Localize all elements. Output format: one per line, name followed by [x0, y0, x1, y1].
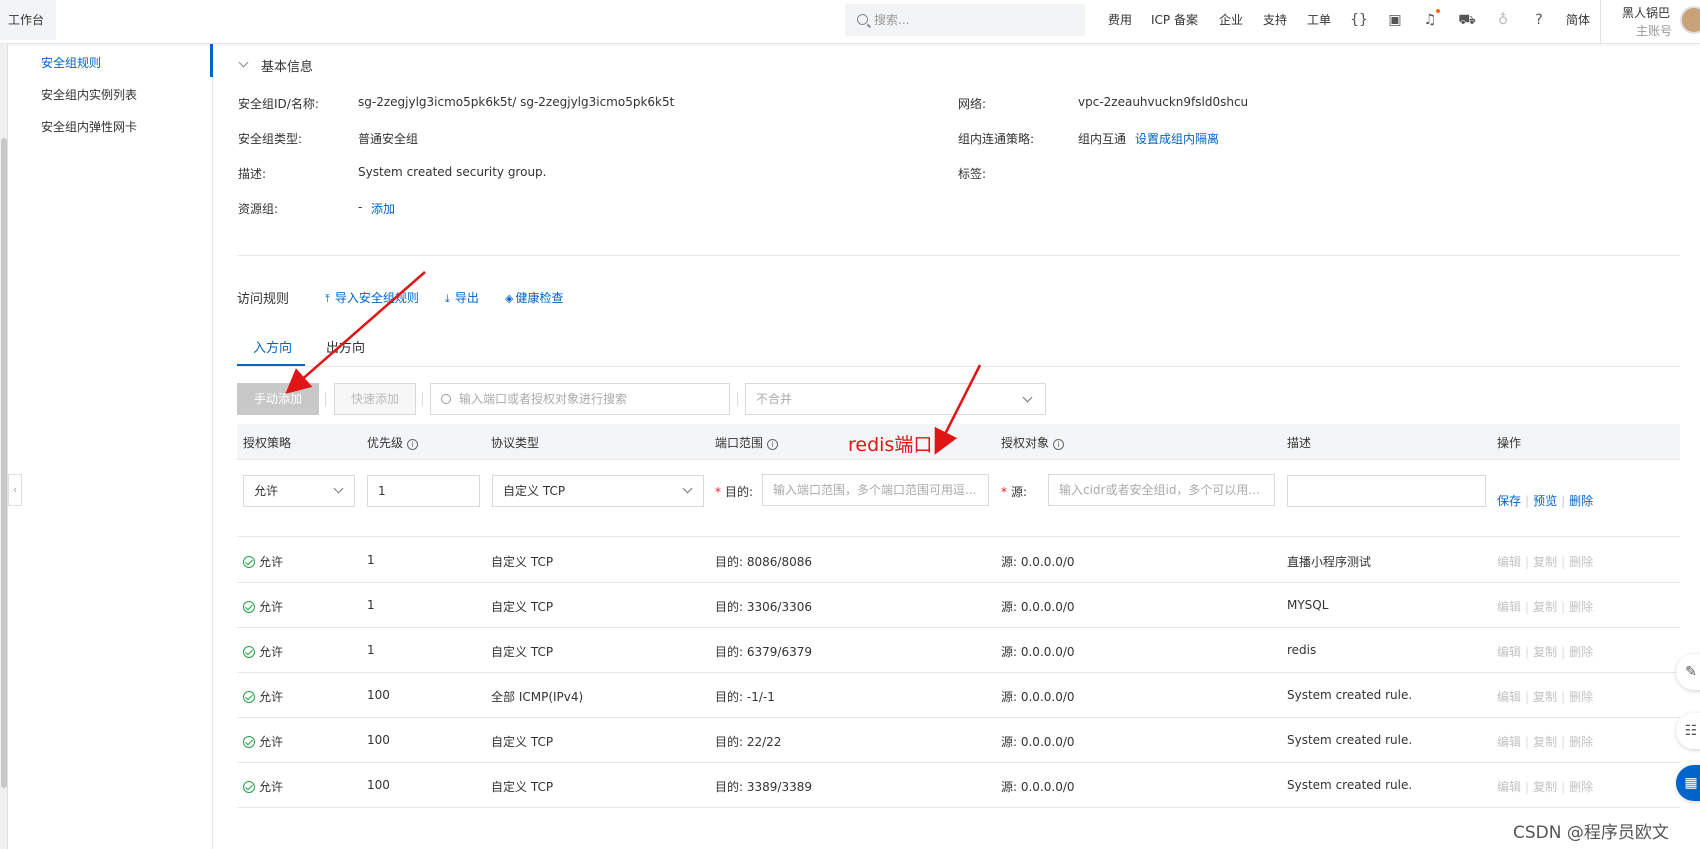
- annotation-arrow: [285, 271, 426, 394]
- annotation-arrows: [285, 271, 982, 455]
- annotation-label: redis端口: [848, 434, 933, 456]
- watermark: CSDN @程序员欧文: [1513, 823, 1669, 843]
- annotation-arrow: [934, 364, 982, 455]
